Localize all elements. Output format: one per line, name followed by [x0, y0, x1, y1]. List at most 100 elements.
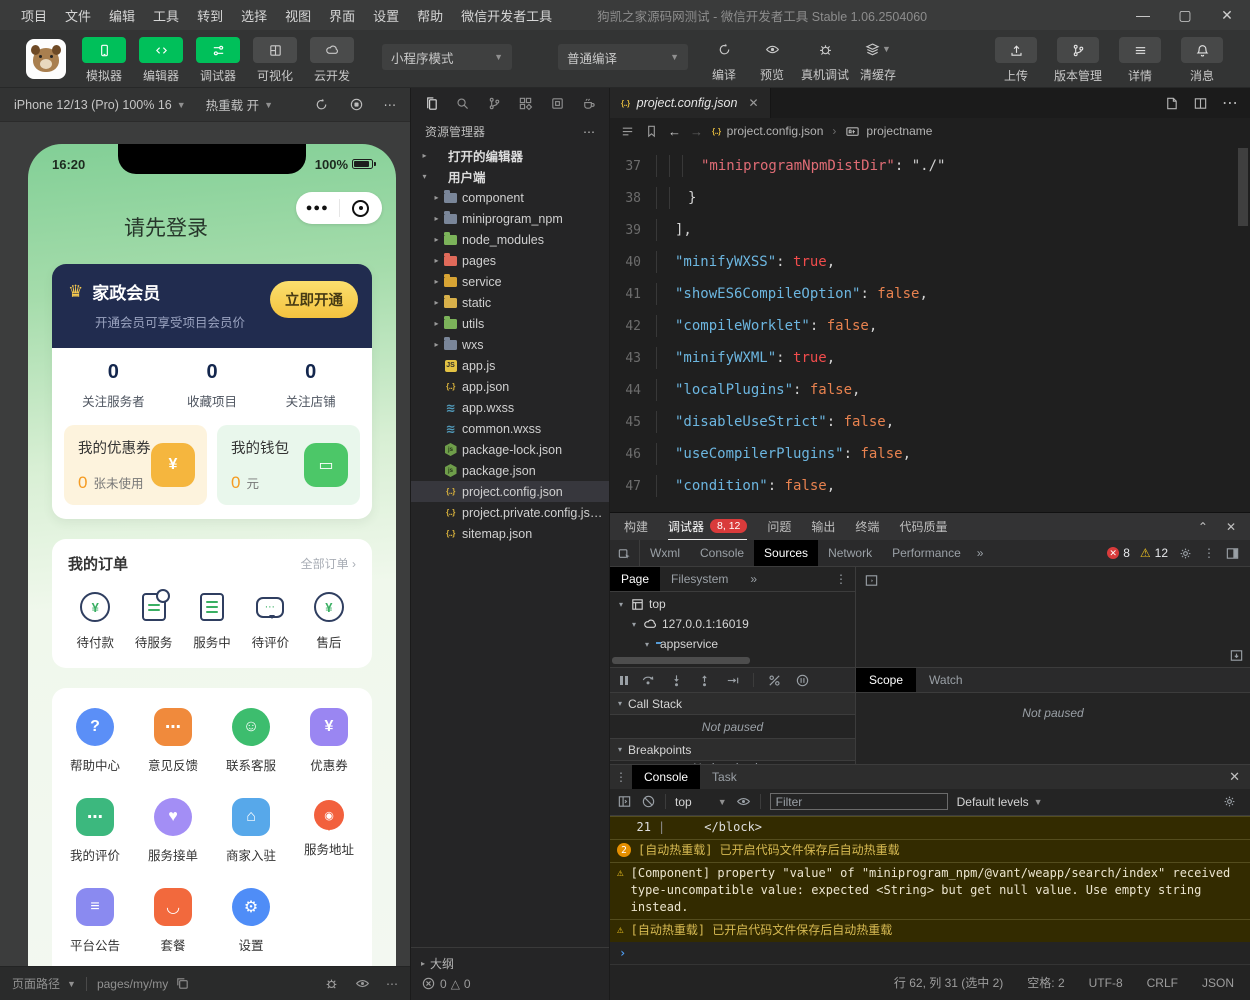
tree-section-[interactable]: ▾ 用户端: [411, 166, 609, 187]
dock-side-icon[interactable]: [1225, 546, 1240, 561]
grid-item[interactable]: ¥ 优惠券: [290, 708, 368, 774]
grid-item[interactable]: ◉ 服务地址: [290, 798, 368, 864]
step-over-icon[interactable]: [641, 673, 656, 688]
all-orders-link[interactable]: 全部订单 ›: [301, 555, 356, 572]
console-tab-console[interactable]: Console: [632, 764, 701, 789]
more-tabs-icon[interactable]: »: [739, 567, 768, 591]
grid-item[interactable]: ⌂ 商家入驻: [212, 798, 290, 864]
menu-视图[interactable]: 视图: [276, 6, 320, 25]
context-select[interactable]: top ▼: [675, 795, 727, 809]
device-debug-button[interactable]: 真机调试: [798, 37, 852, 83]
collapse-panel-icon[interactable]: ⌃: [1198, 520, 1208, 534]
minimize-button[interactable]: —: [1126, 2, 1160, 28]
toggle-editor-button[interactable]: 编辑器: [137, 37, 185, 84]
grid-item[interactable]: ⋯ 意见反馈: [134, 708, 212, 774]
hot-reload-toggle[interactable]: 热重载 开 ▼: [206, 95, 273, 114]
outline-list-icon[interactable]: [620, 124, 635, 139]
console-filter-input[interactable]: [769, 793, 948, 811]
order-todo[interactable]: 待服务: [124, 589, 182, 651]
menu-项目[interactable]: 项目: [12, 6, 56, 25]
devtools-tab-wxml[interactable]: Wxml: [640, 540, 690, 566]
console-sidebar-icon[interactable]: [617, 794, 632, 809]
cursor-position[interactable]: 行 62, 列 31 (选中 2): [894, 974, 1003, 991]
stop-record-icon[interactable]: [349, 97, 364, 112]
clear-cache-button[interactable]: ▼ 清缓存: [856, 37, 900, 83]
indentation[interactable]: 空格: 2: [1027, 974, 1064, 991]
pretty-print-icon[interactable]: [1229, 648, 1244, 663]
tree-item-project.config.json[interactable]: {..} project.config.json: [411, 481, 609, 502]
toggle-sidebar-icon[interactable]: [864, 573, 879, 588]
close-button[interactable]: ✕: [1210, 2, 1244, 28]
bookmark-icon[interactable]: [644, 124, 659, 139]
devtools-settings-icon[interactable]: [1178, 546, 1193, 561]
wallet-card[interactable]: 我的钱包 0 元 ▭: [217, 425, 360, 505]
tree-item-static[interactable]: ▸ static: [411, 292, 609, 313]
tree-item-pages[interactable]: ▸ pages: [411, 250, 609, 271]
compile-button[interactable]: 编译: [702, 37, 746, 83]
order-serving[interactable]: 服务中: [183, 591, 241, 651]
toggle-inspector-button[interactable]: 调试器: [194, 37, 242, 84]
source-node-appservice[interactable]: ▾ appservice: [610, 634, 855, 654]
toggle-simulator-button[interactable]: 模拟器: [80, 37, 128, 84]
close-capsule-icon[interactable]: [340, 199, 383, 217]
sources-tab-filesystem[interactable]: Filesystem: [660, 567, 739, 591]
sources-tab-page[interactable]: Page: [610, 567, 661, 591]
grid-item[interactable]: ◡ 套餐: [134, 888, 212, 954]
devtools-tab-sources[interactable]: Sources: [754, 540, 819, 566]
tree-item-package-lock.json[interactable]: js package-lock.json: [411, 439, 609, 460]
box-icon[interactable]: [550, 96, 565, 111]
editor-scrollbar[interactable]: [1238, 148, 1248, 226]
tea-icon[interactable]: [581, 96, 596, 111]
compile-mode-select[interactable]: 普通编译 ▼: [558, 44, 688, 70]
devtools-tab-performance[interactable]: Performance: [882, 540, 971, 566]
menu-设置[interactable]: 设置: [364, 6, 408, 25]
tab-watch[interactable]: Watch: [916, 668, 976, 692]
panel-tab-代码质量[interactable]: 代码质量: [899, 513, 947, 540]
explorer-more-icon[interactable]: ⋯: [583, 125, 595, 139]
toggle-cloud-button[interactable]: 云开发: [308, 37, 356, 84]
navigate-back-icon[interactable]: ←: [668, 124, 681, 139]
toggle-visual-button[interactable]: 可视化: [251, 37, 299, 84]
search-icon[interactable]: [455, 96, 470, 111]
upload-button[interactable]: 上传: [990, 37, 1042, 84]
preview-button[interactable]: 预览: [750, 37, 794, 83]
breadcrumb-node[interactable]: projectname: [845, 124, 932, 139]
more-icon[interactable]: ⋯: [386, 977, 398, 991]
tree-item-project.private.config.js[interactable]: {..} project.private.config.js…: [411, 502, 609, 523]
encoding[interactable]: UTF-8: [1089, 976, 1123, 990]
sources-menu-icon[interactable]: ⋮: [827, 567, 855, 591]
console-prompt[interactable]: ›: [610, 942, 1250, 964]
console-menu-icon[interactable]: ⋮: [610, 765, 632, 789]
pause-on-exceptions-icon[interactable]: [795, 673, 810, 688]
step-out-icon[interactable]: [697, 673, 712, 688]
coupon-card[interactable]: 我的优惠券 0 张未使用 ¥: [64, 425, 207, 505]
console-tab-task[interactable]: Task: [700, 765, 749, 789]
restart-icon[interactable]: [314, 97, 329, 112]
order-pay[interactable]: ¥ 待付款: [66, 591, 124, 651]
eol[interactable]: CRLF: [1147, 976, 1178, 990]
menu-文件[interactable]: 文件: [56, 6, 100, 25]
grid-item[interactable]: ? 帮助中心: [56, 708, 134, 774]
problems-summary[interactable]: 0 △ 0: [421, 976, 599, 991]
open-changes-icon[interactable]: [1164, 96, 1179, 111]
source-node-127.0.0.116019[interactable]: ▾ 127.0.0.1:16019: [610, 614, 855, 634]
tree-item-node_modules[interactable]: ▸ node_modules: [411, 229, 609, 250]
order-review[interactable]: ⋯ 待评价: [241, 591, 299, 651]
stat-item[interactable]: 0 收藏项目: [163, 361, 262, 410]
tree-item-package.json[interactable]: js package.json: [411, 460, 609, 481]
editor-more-icon[interactable]: ⋯: [1222, 93, 1238, 113]
stat-item[interactable]: 0 关注服务者: [64, 361, 163, 410]
grid-item[interactable]: ♥ 服务接单: [134, 798, 212, 864]
console-warning-message[interactable]: ⚠ [自动热重载] 已开启代码文件保存后自动热重载: [610, 918, 1250, 942]
console-error-count[interactable]: ✕ 8: [1107, 546, 1130, 560]
devtools-tab-network[interactable]: Network: [818, 540, 882, 566]
deactivate-breakpoints-icon[interactable]: [767, 673, 782, 688]
detail-button[interactable]: 详情: [1114, 37, 1166, 84]
code-editor[interactable]: 37 "miniprogramNpmDistDir": "./" 38} 39], 40…: [610, 144, 1250, 512]
call-stack-header[interactable]: ▾ Call Stack: [610, 693, 855, 715]
mode-select[interactable]: 小程序模式 ▼: [382, 44, 512, 70]
horizontal-scrollbar[interactable]: [610, 654, 855, 667]
bug-icon[interactable]: [324, 976, 339, 991]
clear-console-icon[interactable]: [641, 794, 656, 809]
panel-tab-终端[interactable]: 终端: [855, 513, 879, 540]
